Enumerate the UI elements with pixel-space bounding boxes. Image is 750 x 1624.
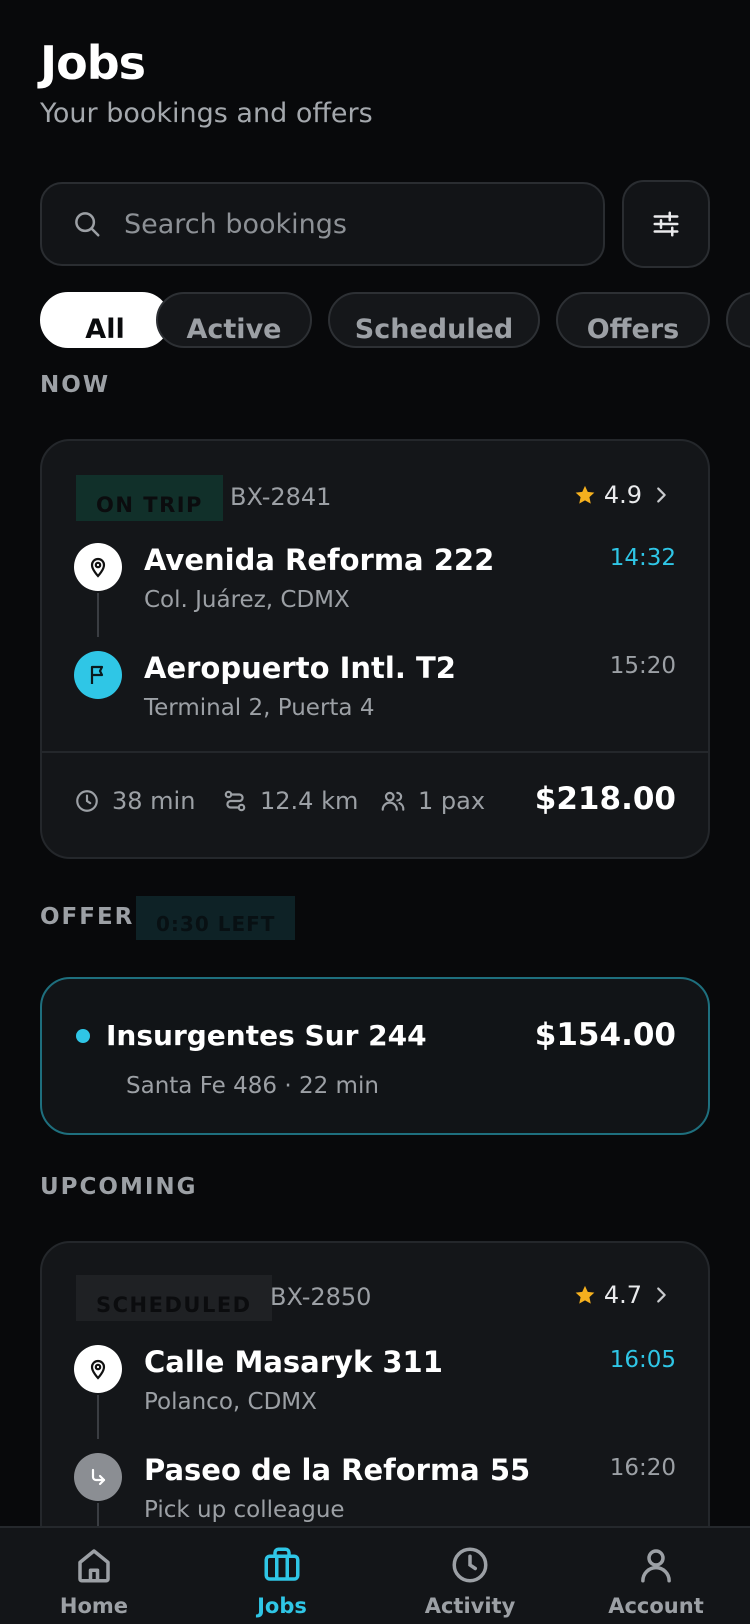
star-icon (575, 1285, 595, 1304)
offer-dot-icon (76, 1029, 90, 1043)
filter-chips: All Active Scheduled Offers (40, 292, 750, 348)
stop-sub: Pick up colleague (144, 1497, 345, 1523)
chip-active[interactable]: Active (156, 292, 312, 348)
trip-passengers: 1 pax (380, 787, 485, 815)
offer-detail: Santa Fe 486 · 22 min (126, 1073, 379, 1099)
briefcase-icon (264, 1547, 300, 1581)
current-trip-card[interactable]: ON TRIP BX-2841 4.9 Avenida Reforma 222 … (40, 439, 710, 859)
search-input[interactable] (124, 208, 544, 240)
rating-value: 4.7 (603, 1281, 642, 1309)
bottom-tab-bar: Home Jobs Activity Account (0, 1526, 750, 1624)
chip-more[interactable] (726, 292, 750, 348)
ride-id: BX-2841 (230, 483, 332, 511)
trip-duration: 38 min (74, 787, 195, 815)
pickup-time: 14:32 (609, 545, 676, 571)
tab-account[interactable]: Account (562, 1528, 750, 1624)
pickup-sub: Polanco, CDMX (144, 1389, 317, 1415)
route-line (97, 593, 99, 637)
search-bar[interactable] (40, 182, 605, 266)
rating: 4.7 (574, 1281, 672, 1309)
section-now-label: NOW (40, 372, 111, 398)
search-icon (75, 212, 100, 237)
dropoff-flag-icon (74, 651, 122, 699)
ride-id: BX-2850 (270, 1283, 372, 1311)
offer-timer-badge: 0:30 LEFT (136, 896, 296, 940)
status-badge: SCHEDULED (76, 1275, 272, 1321)
chevron-right-icon[interactable] (650, 1284, 672, 1306)
dropoff-sub: Terminal 2, Puerta 4 (144, 695, 375, 721)
card-divider (42, 751, 708, 753)
trip-distance: 12.4 km (222, 787, 358, 815)
route-icon (224, 790, 246, 812)
chip-scheduled[interactable]: Scheduled (328, 292, 540, 348)
pickup-pin-icon (74, 543, 122, 591)
user-icon (641, 1549, 671, 1583)
offer-card[interactable]: Insurgentes Sur 244 Santa Fe 486 · 22 mi… (40, 977, 710, 1135)
star-icon (575, 485, 595, 504)
page-title: Jobs (40, 36, 146, 90)
users-icon (381, 791, 405, 811)
pickup-sub: Col. Juárez, CDMX (144, 587, 350, 613)
rating-value: 4.9 (603, 481, 642, 509)
section-upcoming-label: UPCOMING (40, 1174, 198, 1200)
clock-icon (76, 790, 98, 812)
filter-button[interactable] (622, 180, 710, 268)
tab-home[interactable]: Home (0, 1528, 188, 1624)
tab-jobs[interactable]: Jobs (188, 1528, 376, 1624)
pickup-name: Calle Masaryk 311 (144, 1345, 443, 1379)
stop-time: 16:20 (609, 1455, 676, 1481)
chip-all[interactable]: All (40, 292, 170, 348)
status-badge: ON TRIP (76, 475, 223, 521)
route-line (97, 1395, 99, 1439)
stop-turn-icon (74, 1453, 122, 1501)
clock-icon (452, 1547, 488, 1583)
pickup-name: Avenida Reforma 222 (144, 543, 495, 577)
rating: 4.9 (574, 481, 672, 509)
stop-name: Paseo de la Reforma 55 (144, 1453, 531, 1487)
offer-name: Insurgentes Sur 244 (106, 1019, 427, 1052)
chip-offers[interactable]: Offers (556, 292, 710, 348)
trip-price: $218.00 (534, 781, 676, 817)
dropoff-name: Aeropuerto Intl. T2 (144, 651, 456, 685)
pickup-time: 16:05 (609, 1347, 676, 1373)
chevron-right-icon[interactable] (650, 484, 672, 506)
home-icon (78, 1549, 110, 1583)
page-header: Jobs Your bookings and offers (40, 36, 373, 129)
dropoff-time: 15:20 (609, 653, 676, 679)
offer-price: $154.00 (534, 1017, 676, 1053)
pickup-pin-icon (74, 1345, 122, 1393)
section-offer-label: OFFER (40, 904, 135, 930)
tab-activity[interactable]: Activity (376, 1528, 564, 1624)
sliders-icon (653, 211, 679, 237)
page-subtitle: Your bookings and offers (40, 98, 373, 129)
